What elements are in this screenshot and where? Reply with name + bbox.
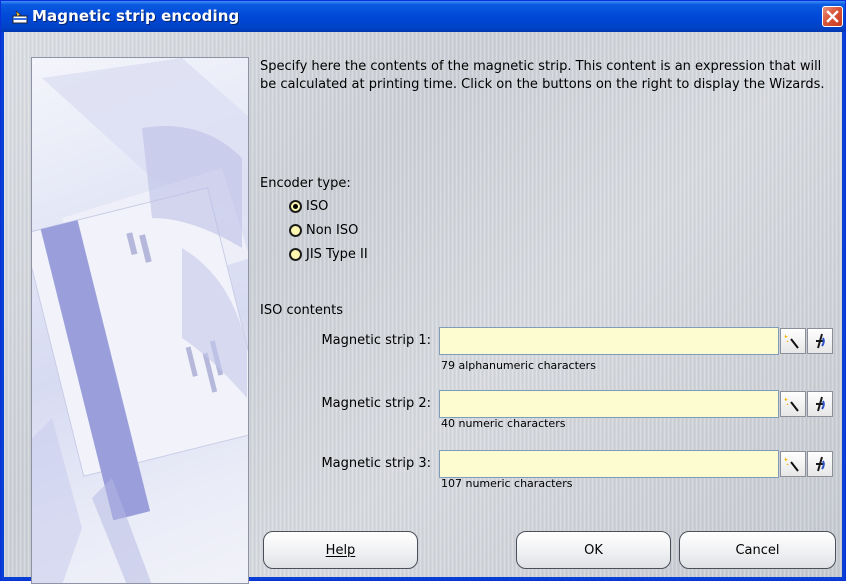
radio-iso-indicator[interactable]: [289, 199, 302, 213]
strip-2-expression-button[interactable]: [807, 391, 833, 417]
close-icon: [826, 10, 839, 23]
expression-builder-icon: [816, 396, 825, 412]
cancel-button-label[interactable]: Cancel: [735, 543, 779, 558]
help-button-label[interactable]: Help: [326, 543, 356, 558]
ok-button-label[interactable]: OK: [584, 543, 603, 558]
expression-builder-icon: [816, 456, 825, 472]
ok-button[interactable]: OK: [516, 531, 671, 569]
window-app-icon: [12, 10, 28, 24]
iso-contents-label: ISO contents: [260, 303, 343, 318]
radio-non-iso[interactable]: Non ISO: [289, 221, 358, 239]
magnetic-card-illustration: [32, 58, 248, 583]
encoder-type-label: Encoder type:: [260, 176, 351, 191]
expression-builder-icon: [816, 333, 825, 349]
side-illustration: [31, 57, 249, 584]
strip-3-label: Magnetic strip 3:: [321, 456, 431, 471]
strip-2-wizard-button[interactable]: [780, 391, 806, 417]
description-text: Specify here the contents of the magneti…: [260, 59, 825, 92]
radio-iso[interactable]: ISO: [289, 197, 328, 215]
dialog-client-area: Specify here the contents of the magneti…: [4, 32, 842, 584]
strip-1-input[interactable]: [439, 327, 779, 355]
radio-jis-type-ii[interactable]: JIS Type II: [289, 245, 368, 263]
strip-1-expression-button[interactable]: [807, 328, 833, 354]
strip-2-input[interactable]: [439, 390, 779, 418]
strip-2-hint: 40 numeric characters: [441, 417, 566, 430]
cancel-button[interactable]: Cancel: [679, 531, 836, 569]
wizard-wand-icon: [784, 397, 799, 412]
dialog-window: Magnetic strip encoding Specify here the…: [0, 0, 846, 584]
strip-3-input[interactable]: [439, 450, 779, 478]
radio-iso-label[interactable]: ISO: [306, 199, 328, 214]
strip-1-hint: 79 alphanumeric characters: [441, 359, 596, 372]
window-title: Magnetic strip encoding: [32, 7, 240, 25]
title-bar[interactable]: Magnetic strip encoding: [1, 1, 845, 32]
strip-3-wizard-button[interactable]: [780, 451, 806, 477]
help-button[interactable]: Help: [263, 531, 418, 569]
close-button[interactable]: [822, 6, 843, 27]
wizard-wand-icon: [784, 457, 799, 472]
strip-1-wizard-button[interactable]: [780, 328, 806, 354]
strip-3-hint: 107 numeric characters: [441, 477, 573, 490]
wizard-wand-icon: [784, 334, 799, 349]
strip-2-label: Magnetic strip 2:: [321, 396, 431, 411]
radio-jis-type-ii-indicator[interactable]: [289, 247, 302, 261]
strip-1-label: Magnetic strip 1:: [321, 333, 431, 348]
strip-3-expression-button[interactable]: [807, 451, 833, 477]
radio-jis-type-ii-label[interactable]: JIS Type II: [306, 247, 368, 262]
radio-non-iso-label[interactable]: Non ISO: [306, 223, 358, 238]
radio-non-iso-indicator[interactable]: [289, 223, 302, 237]
